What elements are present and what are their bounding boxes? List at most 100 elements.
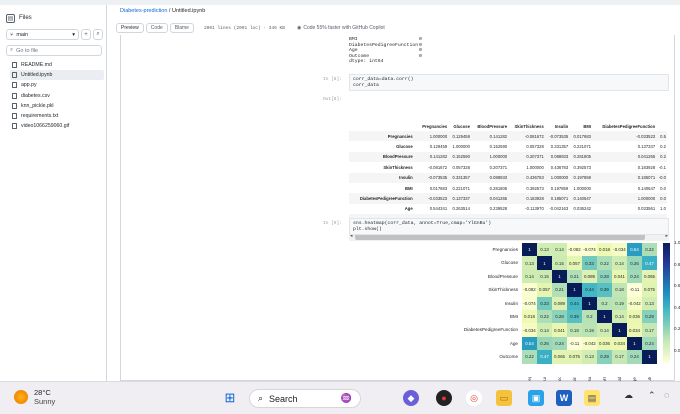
row-header: Glucose bbox=[396, 144, 413, 150]
go-to-file-input[interactable]: ⌕ Go to file bbox=[6, 45, 102, 56]
table-cell: 0.197859 bbox=[550, 185, 569, 191]
file-item[interactable]: knn_pickle.pkl bbox=[10, 101, 104, 111]
branch-selector[interactable]: ⑂ main ▾ bbox=[6, 29, 79, 40]
heatmap-cell: 0.18 bbox=[567, 323, 582, 337]
collapse-sidebar-icon[interactable]: ▤ bbox=[6, 13, 15, 23]
heatmap-row-label: Glucose bbox=[501, 260, 518, 266]
file-item[interactable]: video1066259060.gif bbox=[10, 121, 104, 131]
table-cell: 0.088933 bbox=[470, 172, 509, 183]
word-icon[interactable]: W bbox=[556, 390, 572, 406]
heatmap-cell: 0.39 bbox=[567, 310, 582, 324]
heatmap-cell: 0.29 bbox=[642, 310, 657, 324]
file-item[interactable]: Untitled.ipynb bbox=[10, 70, 104, 81]
heatmap-cell: 0.22 bbox=[537, 310, 552, 324]
table-cell: 0.041265 bbox=[592, 151, 657, 163]
heatmap-cell: 1 bbox=[552, 269, 567, 284]
tab-code[interactable]: Code bbox=[145, 23, 168, 33]
tray-overflow-icon[interactable]: ⌃ bbox=[648, 390, 656, 401]
windows-start-icon[interactable]: ⊞ bbox=[222, 390, 238, 406]
table-cell: 1.000000 bbox=[526, 164, 544, 170]
file-item[interactable]: app.py bbox=[10, 80, 104, 90]
heatmap-cell: 0.14 bbox=[552, 243, 567, 257]
column-header: Pregnancies bbox=[422, 123, 448, 129]
table-cell: 0.137337 bbox=[637, 144, 656, 150]
table-cell: 1.000000 bbox=[452, 144, 470, 150]
heatmap-cell: -0.034 bbox=[522, 323, 537, 337]
weather-widget[interactable]: 28°C Sunny bbox=[14, 388, 55, 406]
table-cell: 1.000000 bbox=[592, 193, 657, 204]
dtype-value: 0 bbox=[419, 53, 422, 59]
heatmap-cell: -0.042 bbox=[627, 296, 642, 310]
heatmap-cell: 1 bbox=[567, 283, 582, 297]
heatmap-cell: 0.33 bbox=[582, 256, 597, 270]
heatmap-row-label: BMI bbox=[509, 314, 518, 319]
table-cell: 0.281805 bbox=[569, 151, 592, 163]
table-cell: 0.185071 bbox=[592, 172, 657, 183]
table-cell: -0.042163 bbox=[549, 206, 569, 212]
colorbar-tick: 0.2 bbox=[674, 326, 680, 332]
column-header: SkinThickness bbox=[514, 123, 544, 129]
table-cell: -0.081672 bbox=[428, 164, 448, 170]
file-icon bbox=[12, 102, 17, 109]
heatmap-cell: 0.33 bbox=[537, 296, 552, 310]
chrome-icon[interactable]: ◎ bbox=[466, 390, 482, 406]
network-icon[interactable]: ◌ bbox=[664, 390, 669, 400]
file-icon bbox=[12, 92, 17, 99]
app-icon[interactable]: ▣ bbox=[528, 390, 544, 406]
table-cell: 0.281805 bbox=[489, 185, 508, 191]
add-file-button[interactable]: + bbox=[81, 29, 91, 40]
heatmap-cell: 0.065 bbox=[642, 269, 657, 284]
weather-temperature: 28°C bbox=[34, 388, 51, 397]
heatmap-cell: 0.13 bbox=[537, 243, 552, 257]
heatmap-cell: 0.19 bbox=[582, 323, 597, 337]
file-item[interactable]: README.md bbox=[10, 60, 104, 70]
copilot-app-icon[interactable]: ◆ bbox=[403, 390, 419, 406]
file-explorer-icon[interactable]: ▭ bbox=[496, 390, 512, 406]
file-icon bbox=[12, 62, 17, 69]
notes-icon[interactable]: ▤ bbox=[584, 390, 600, 406]
column-header: DiabetesPedigreeFunction bbox=[602, 123, 656, 129]
heatmap-cell: 0.2 bbox=[582, 310, 597, 324]
table-cell: 0.137337 bbox=[448, 193, 471, 204]
table-cell: -0.1 bbox=[658, 164, 666, 170]
table-header-row: Pregnancies Glucose BloodPressure SkinThick… bbox=[349, 121, 667, 131]
heatmap-cell: 0.47 bbox=[642, 256, 657, 270]
heatmap-cell: 0.13 bbox=[582, 350, 597, 364]
tab-preview[interactable]: Preview bbox=[116, 23, 144, 33]
heatmap-cell: 0.28 bbox=[552, 310, 567, 324]
file-list: README.md Untitled.ipynb app.py diabetes.cs… bbox=[10, 60, 104, 131]
heatmap-row-label: Insulin bbox=[504, 300, 518, 306]
row-header: SkinThickness bbox=[383, 164, 413, 170]
search-files-button[interactable]: ⌕ bbox=[93, 29, 103, 40]
row-header: BMI bbox=[404, 185, 413, 191]
taskbar-search[interactable]: ⌕ Search ♒ bbox=[249, 389, 361, 408]
code-cell-corr[interactable]: corr_data=data.corr() corr_data bbox=[349, 74, 669, 91]
tab-blame[interactable]: Blame bbox=[169, 23, 194, 33]
table-cell: 0.436783 bbox=[550, 164, 569, 170]
row-header: DiabetesPedigreeFunction bbox=[349, 193, 417, 204]
code-line: corr_data bbox=[353, 82, 379, 88]
heatmap-cell: 0.075 bbox=[567, 350, 582, 364]
cloud-icon[interactable]: ☁ bbox=[624, 390, 633, 401]
file-name: diabetes.csv bbox=[21, 92, 50, 99]
search-highlight-icon: ♒ bbox=[340, 393, 352, 403]
heatmap-cell: 0.47 bbox=[537, 350, 552, 364]
table-cell: 0.140647 bbox=[569, 193, 592, 204]
table-row: Insulin -0.073535 0.331357 0.088933 0.436783… bbox=[349, 172, 667, 183]
heatmap-row-label: Outcome bbox=[499, 354, 518, 360]
branch-name: main bbox=[16, 31, 29, 38]
breadcrumb-repo-link[interactable]: Diabetes-prediction bbox=[120, 8, 167, 14]
file-item[interactable]: requirements.txt bbox=[10, 111, 104, 121]
file-item[interactable]: diabetes.csv bbox=[10, 91, 104, 101]
table-cell: 0.033561 bbox=[637, 206, 656, 212]
heatmap-cell: 0.14 bbox=[522, 269, 537, 284]
weather-condition: Sunny bbox=[34, 397, 56, 406]
heatmap-cell: 0.036 bbox=[597, 336, 612, 351]
heatmap-cell: 0.22 bbox=[522, 350, 537, 364]
code-cell-heatmap[interactable]: sns.heatmap(corr_data, annot=True,cmap='… bbox=[349, 218, 669, 235]
heatmap-cell: 0.057 bbox=[567, 256, 582, 270]
sidebar-header: ▤ Files bbox=[6, 11, 102, 25]
record-app-icon[interactable]: ● bbox=[436, 390, 452, 406]
table-row: SkinThickness -0.081672 0.057328 0.207371 1.… bbox=[349, 162, 667, 172]
copilot-link[interactable]: ◉ Code 55% faster with GitHub Copilot bbox=[297, 25, 385, 31]
